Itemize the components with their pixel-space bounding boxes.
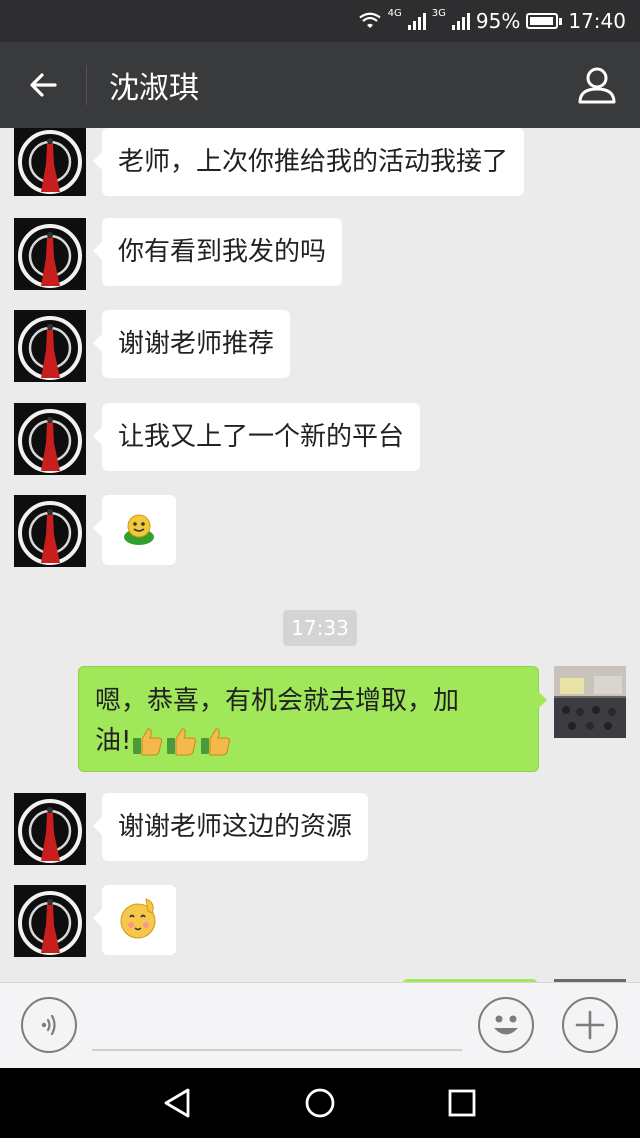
voice-button[interactable] xyxy=(21,997,77,1053)
message-bubble[interactable]: 让我又上了一个新的平台 xyxy=(92,403,421,471)
contact-avatar[interactable] xyxy=(14,310,86,382)
my-avatar[interactable] xyxy=(554,666,626,738)
message-text-line: 嗯，恭喜，有机会就去增取，加 xyxy=(95,686,460,716)
circle-home-icon xyxy=(305,1088,335,1118)
sticker-bubble[interactable] xyxy=(93,885,176,955)
network-type-2: 3G xyxy=(431,8,446,19)
contact-avatar[interactable] xyxy=(14,495,86,567)
system-back-button[interactable] xyxy=(160,1085,196,1121)
emoji-button[interactable] xyxy=(478,997,534,1053)
contact-avatar[interactable] xyxy=(14,793,86,865)
network-type-1: 4G xyxy=(387,8,402,19)
sticker-bubble[interactable] xyxy=(93,495,176,565)
message-bubble[interactable]: 你有看到我发的吗 xyxy=(92,218,343,286)
message-text-fragment: 油! xyxy=(95,726,132,756)
signal-icon-1 xyxy=(407,12,426,30)
thumbs-up-icon xyxy=(201,728,231,756)
page-title: 沈淑琪 xyxy=(109,71,199,106)
arrow-left-icon xyxy=(30,73,57,97)
battery-icon xyxy=(526,13,563,29)
contact-avatar[interactable] xyxy=(14,885,86,957)
profile-button[interactable] xyxy=(554,42,640,128)
square-recents-icon xyxy=(448,1089,476,1117)
voice-icon xyxy=(41,1014,56,1036)
message-bubble[interactable]: 谢谢老师推荐 xyxy=(92,310,291,378)
signal-icon-2 xyxy=(451,12,470,30)
message-bubble-own[interactable]: 嗯，恭喜，有机会就去增取，加 油! xyxy=(78,666,547,772)
smiley-icon xyxy=(494,1015,518,1035)
title-bar: 沈淑琪 xyxy=(0,42,640,128)
system-home-button[interactable] xyxy=(302,1085,338,1121)
battery-percent: 95% xyxy=(475,9,521,33)
person-icon xyxy=(578,67,616,104)
contact-avatar[interactable] xyxy=(14,128,86,196)
green-smiley-sticker xyxy=(124,514,154,545)
system-nav-bar xyxy=(0,1068,640,1138)
thumbs-up-icon xyxy=(167,728,197,756)
status-bar: 4G 3G 95% 17:40 xyxy=(0,0,640,42)
chat-area[interactable]: 老师，上次你推给我的活动我接了 你有看到我发的吗 谢谢老师推荐 让我又上了一个新… xyxy=(0,128,640,982)
title-divider xyxy=(86,65,87,105)
message-bubble[interactable]: 谢谢老师这边的资源 xyxy=(92,793,369,861)
contact-avatar[interactable] xyxy=(14,403,86,475)
triangle-back-icon xyxy=(164,1088,190,1118)
message-input[interactable] xyxy=(92,999,462,1051)
system-recents-button[interactable] xyxy=(444,1085,480,1121)
plus-icon xyxy=(575,1010,605,1040)
back-button[interactable] xyxy=(0,42,86,128)
plus-button[interactable] xyxy=(562,997,618,1053)
message-bubble[interactable]: 老师，上次你推给我的活动我接了 xyxy=(92,128,525,196)
input-bar xyxy=(0,982,640,1068)
thumbs-up-icon xyxy=(133,728,163,756)
message-text-line: 油! xyxy=(95,721,522,761)
contact-avatar[interactable] xyxy=(14,218,86,290)
timestamp: 17:33 xyxy=(283,610,357,646)
salute-face-emoji xyxy=(120,898,156,939)
wifi-icon xyxy=(358,12,381,28)
clock: 17:40 xyxy=(568,9,626,33)
